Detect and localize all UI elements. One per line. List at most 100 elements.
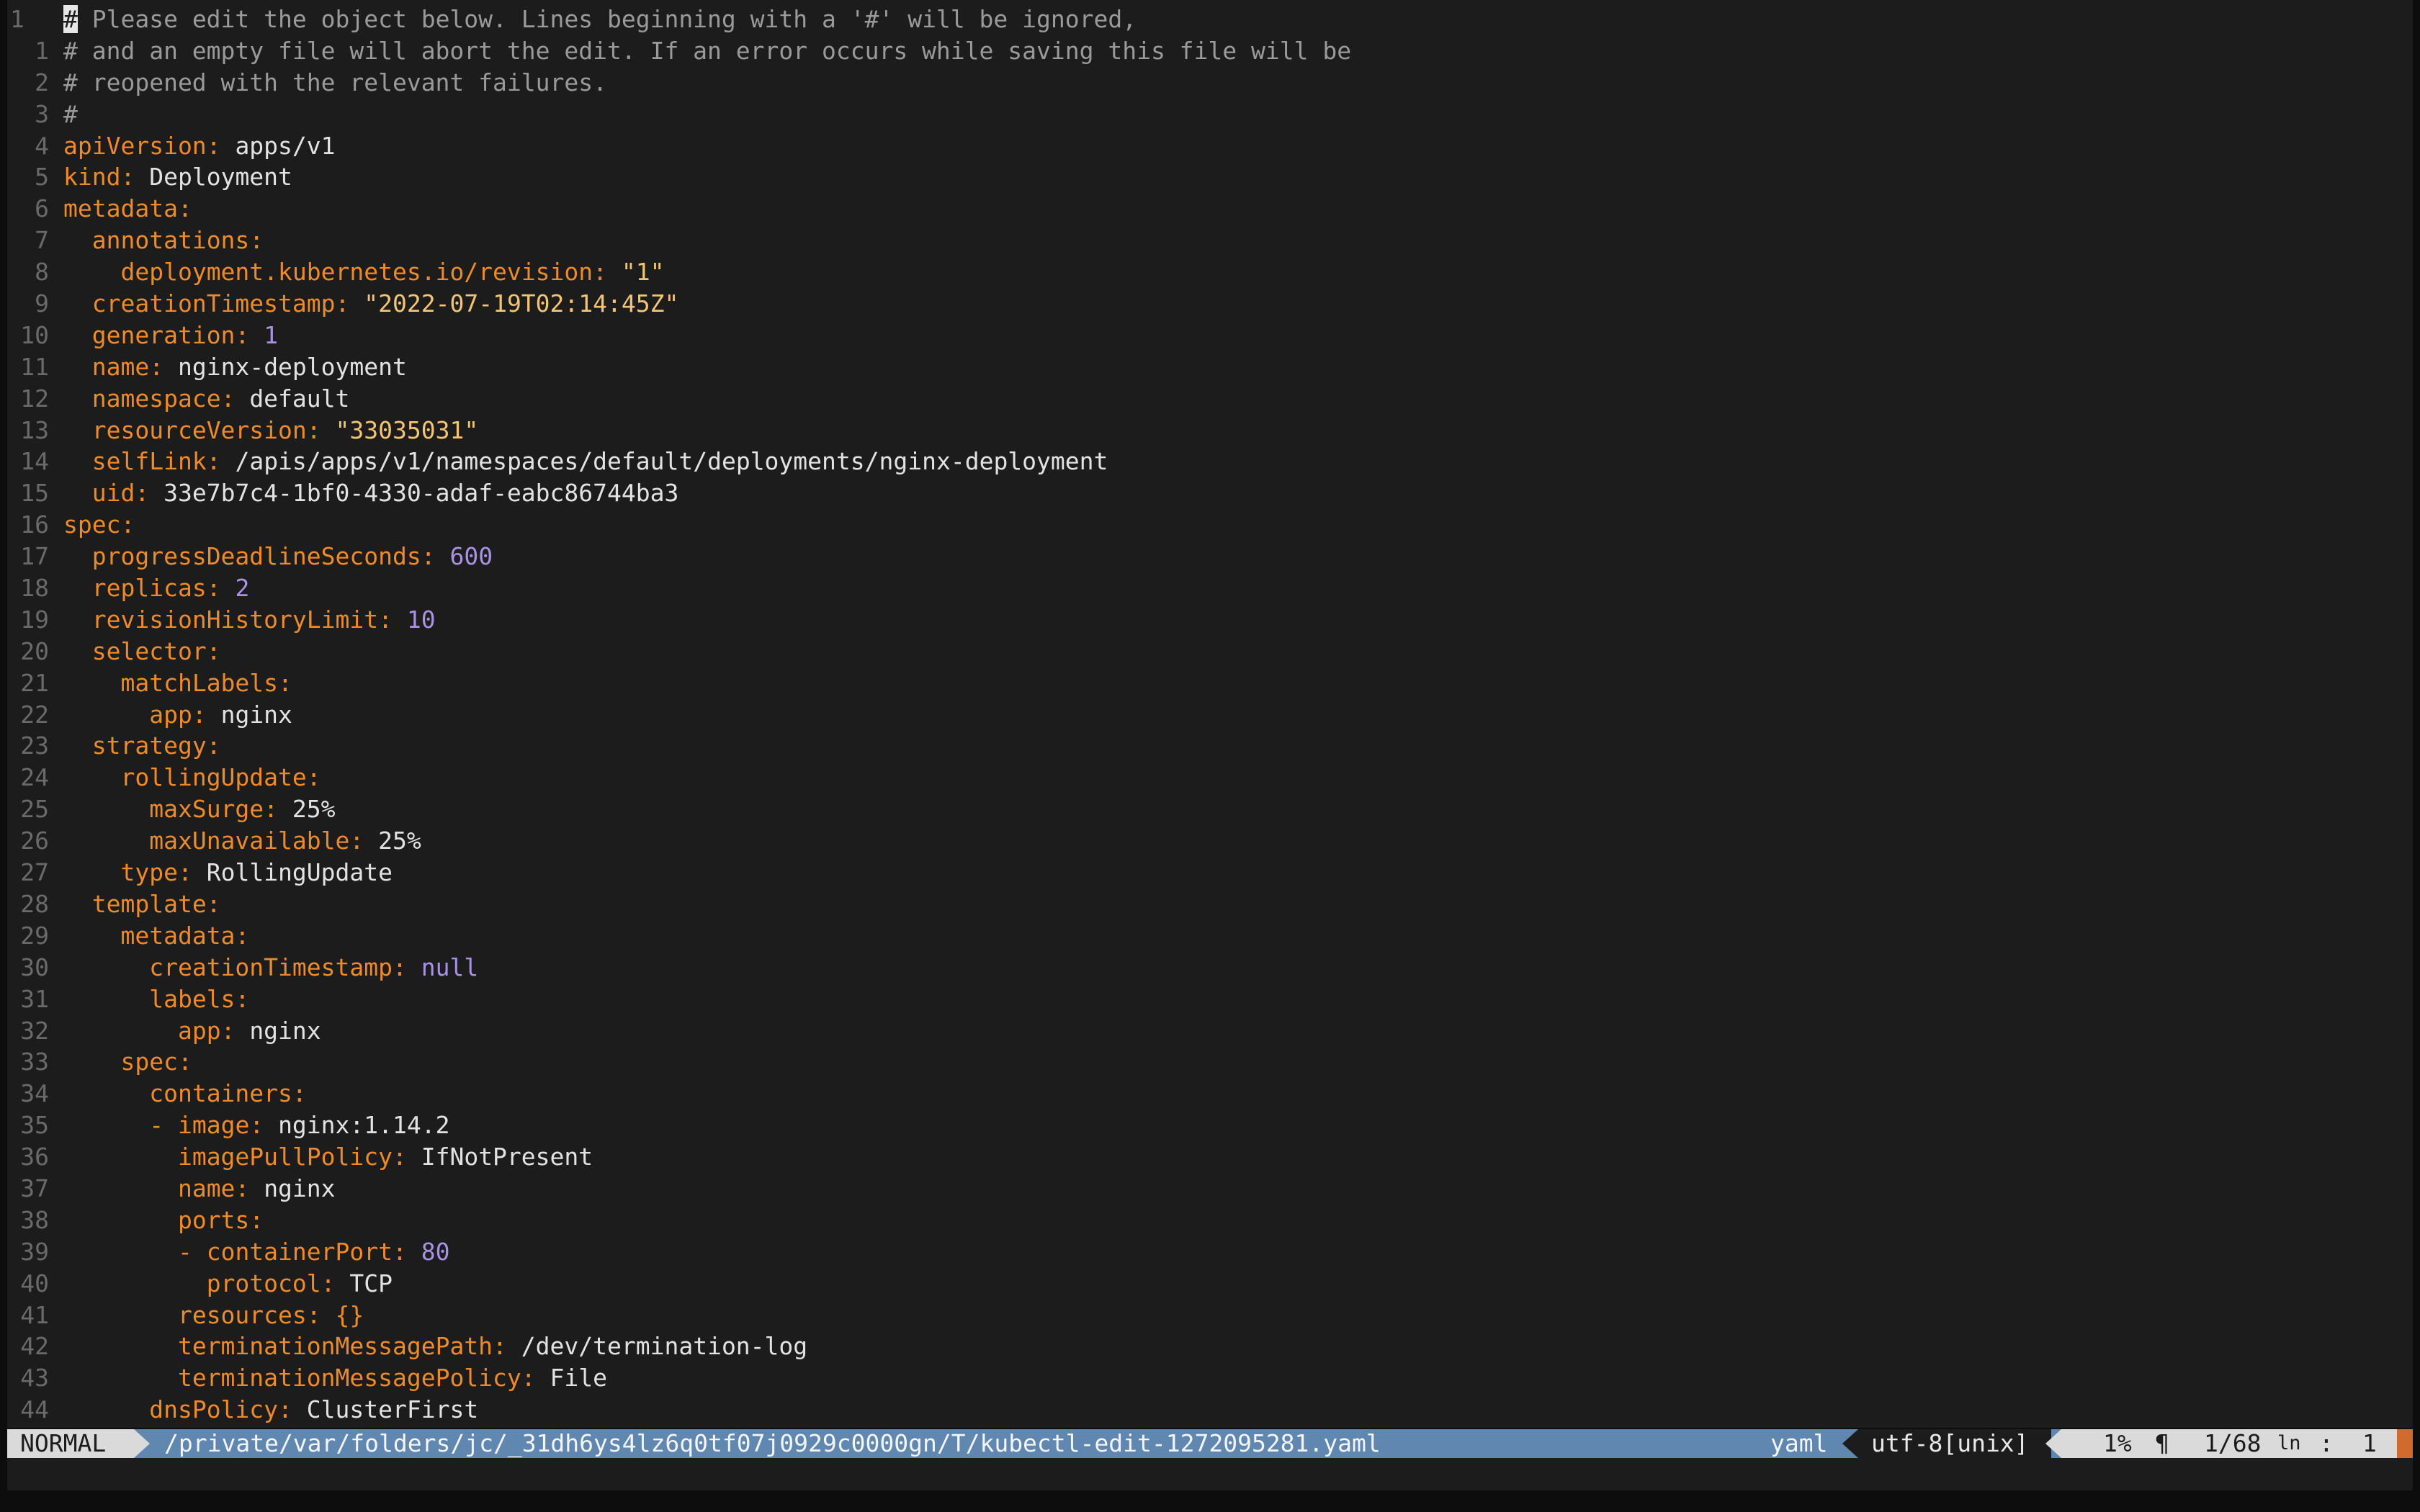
- line-number: 10: [20, 320, 49, 349]
- code-text: imagePullPolicy: IfNotPresent: [63, 1141, 593, 1173]
- code-token: strategy: [91, 732, 207, 760]
- code-text: metadata:: [63, 920, 249, 952]
- code-token: kind: [63, 163, 121, 192]
- code-token: 1: [264, 320, 279, 349]
- code-token: :: [593, 258, 622, 287]
- line-number: 2: [35, 68, 49, 96]
- code-token: :: [206, 636, 221, 665]
- code-token: null: [421, 953, 479, 981]
- line-number: 15: [20, 479, 49, 508]
- code-token: :: [192, 700, 221, 729]
- line-number: 20: [20, 636, 49, 665]
- powerline-separator-icon: [1842, 1429, 1858, 1458]
- line-number: 8: [35, 258, 49, 287]
- line-number: 19: [20, 605, 49, 634]
- code-token: namespace: [91, 384, 221, 413]
- code-token: dnsPolicy: [149, 1395, 279, 1424]
- code-token: 80: [421, 1237, 450, 1266]
- code-text: name: nginx: [63, 1173, 336, 1205]
- code-text: selfLink: /apis/apps/v1/namespaces/defau…: [63, 446, 1108, 477]
- line-number: 9: [35, 289, 49, 318]
- code-token: File: [550, 1364, 608, 1392]
- code-text: terminationMessagePolicy: File: [63, 1362, 607, 1394]
- line-number: 1: [35, 36, 49, 65]
- code-text: uid: 33e7b7c4-1bf0-4330-adaf-eabc86744ba…: [63, 477, 679, 509]
- code-token: :: [120, 510, 135, 539]
- code-token: :: [306, 763, 321, 792]
- code-token: progressDeadlineSeconds: [91, 542, 421, 571]
- code-text: strategy:: [63, 730, 221, 762]
- code-token: uid: [91, 479, 135, 508]
- command-line[interactable]: [7, 1458, 2413, 1490]
- code-token: 600: [449, 542, 493, 571]
- code-token: :: [206, 574, 236, 603]
- code-token: "2022-07-19T02:14:45Z": [364, 289, 679, 318]
- vim-statusline: NORMAL /private/var/folders/jc/_31dh6ys4…: [7, 1429, 2413, 1458]
- code-token: nginx-deployment: [177, 352, 407, 381]
- statusline-end-cap-icon: [2397, 1429, 2413, 1458]
- code-token: :: [235, 984, 250, 1013]
- code-token: :: [249, 1205, 264, 1234]
- line-number: 28: [20, 889, 49, 918]
- code-token: 2: [235, 574, 250, 603]
- code-token: maxUnavailable: [149, 827, 350, 855]
- code-token: default: [249, 384, 350, 413]
- code-text: deployment.kubernetes.io/revision: "1": [63, 256, 664, 288]
- code-text: resourceVersion: "33035031": [63, 415, 478, 446]
- code-token: :: [521, 1364, 550, 1392]
- code-text: creationTimestamp: "2022-07-19T02:14:45Z…: [63, 288, 679, 320]
- line-number: 6: [35, 194, 49, 223]
- vim-editor-buffer[interactable]: 1 # Please edit the object below. Lines b…: [7, 0, 2413, 1428]
- line-number: 18: [20, 574, 49, 603]
- code-text: annotations:: [63, 225, 264, 256]
- code-token: containerPort: [206, 1237, 393, 1266]
- line-number: 21: [20, 668, 49, 697]
- line-number-label: ln: [2277, 1432, 2301, 1454]
- code-text: labels:: [63, 984, 249, 1015]
- code-token: :: [235, 320, 264, 349]
- code-token: deployment.kubernetes.io/revision: [120, 258, 593, 287]
- code-token: apps/v1: [235, 131, 336, 160]
- code-token: resourceVersion: [91, 415, 307, 444]
- code-token: RollingUpdate: [206, 858, 393, 887]
- code-token: 33e7b7c4-1bf0-4330-adaf-eabc86744ba3: [163, 479, 679, 508]
- code-text: - image: nginx:1.14.2: [63, 1110, 449, 1141]
- code-text: template:: [63, 888, 221, 920]
- code-token: app: [177, 1016, 221, 1045]
- line-number: 12: [20, 384, 49, 413]
- code-token: labels: [149, 984, 236, 1013]
- code-text: spec:: [63, 509, 135, 541]
- code-token: :: [321, 1269, 350, 1297]
- code-token: :: [278, 1395, 307, 1424]
- code-token: type: [120, 858, 178, 887]
- code-token: # reopened with the relevant failures.: [63, 68, 607, 96]
- code-token: :: [278, 668, 292, 697]
- code-token: :: [249, 1111, 279, 1140]
- code-token: terminationMessagePolicy: [177, 1364, 521, 1392]
- code-text: # reopened with the relevant failures.: [63, 67, 607, 99]
- code-text: progressDeadlineSeconds: 600: [63, 541, 493, 572]
- code-text: app: nginx: [63, 699, 292, 731]
- code-token: -: [149, 1111, 178, 1140]
- code-token: containers: [149, 1079, 292, 1108]
- code-token: :: [392, 1237, 421, 1266]
- line-number: 35: [20, 1111, 49, 1140]
- code-text: # Please edit the object below. Lines be…: [63, 4, 1137, 35]
- line-number: 27: [20, 858, 49, 887]
- code-token: # and an empty file will abort the edit.…: [63, 36, 1352, 65]
- text-cursor: #: [63, 5, 78, 33]
- scroll-percent: 1%: [2103, 1429, 2132, 1457]
- line-number: 13: [20, 415, 49, 444]
